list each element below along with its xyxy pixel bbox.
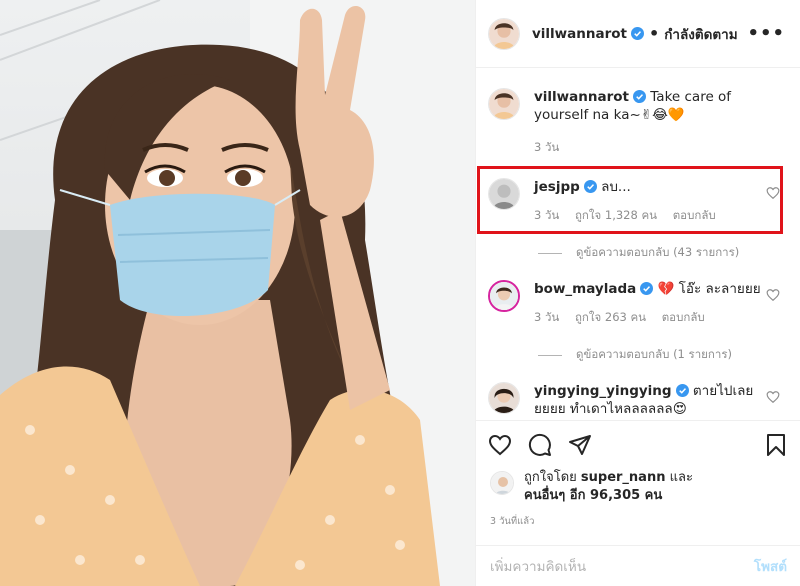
caption: villwannarot Take care of yourself na ka… [488, 88, 788, 156]
author-username[interactable]: villwannarot [532, 26, 627, 42]
view-replies-label[interactable]: ดูข้อความตอบกลับ (1 รายการ) [576, 346, 732, 364]
comment-text: 💔 โอ๊ะ ละลายยย [657, 281, 761, 297]
separator-dot: • [648, 24, 660, 43]
comment-icon[interactable] [528, 433, 552, 457]
add-comment-bar: เพิ่มความคิดเห็น โพสต์ [476, 545, 800, 586]
liker-avatar[interactable] [490, 471, 514, 495]
author-line: villwannarot • กำลังติดตาม [532, 23, 738, 45]
liked-by-and: และ [669, 470, 693, 485]
replies-divider [538, 354, 562, 356]
caption-meta: 3 วัน [534, 138, 774, 156]
comment-item: bow_maylada 💔 โอ๊ะ ละลายยย 3 วัน ถูกใจ 2… [488, 280, 788, 326]
comment-meta: 3 วัน ถูกใจ 263 คน ตอบกลับ [534, 308, 774, 326]
like-comment-icon[interactable] [766, 288, 780, 302]
like-icon[interactable] [488, 433, 512, 457]
caption-body: villwannarot Take care of yourself na ka… [534, 88, 774, 156]
likes-summary: ถูกใจโดย super_nann และ คนอื่นๆ อีก 96,3… [490, 469, 693, 505]
comment-likes[interactable]: ถูกใจ 263 คน [575, 310, 646, 324]
liked-by-prefix: ถูกใจโดย [524, 470, 577, 485]
likes-text: ถูกใจโดย super_nann และ คนอื่นๆ อีก 96,3… [524, 469, 693, 505]
liked-by-others[interactable]: คนอื่นๆ อีก 96,305 คน [524, 487, 693, 505]
post-comment-button[interactable]: โพสต์ [754, 555, 787, 577]
commenter-avatar[interactable] [488, 280, 520, 312]
comment-item: yingying_yingying ตายไปเลยยยยย ทำเดาไหลล… [488, 382, 788, 418]
verified-icon [630, 27, 644, 40]
more-options-icon[interactable]: ••• [747, 23, 785, 44]
post-panel: villwannarot • กำลังติดตาม ••• villwanna… [475, 0, 800, 586]
commenter-avatar[interactable] [488, 382, 520, 414]
view-replies-button[interactable]: ดูข้อความตอบกลับ (1 รายการ) [538, 346, 732, 364]
post-header: villwannarot • กำลังติดตาม ••• [476, 0, 800, 68]
selfie-image [0, 0, 475, 586]
view-replies-button[interactable]: ดูข้อความตอบกลับ (43 รายการ) [538, 244, 739, 262]
caption-time[interactable]: 3 วัน [534, 140, 559, 154]
author-avatar[interactable] [488, 17, 520, 50]
comment-username[interactable]: yingying_yingying [534, 383, 672, 399]
post-timestamp[interactable]: 3 วันที่แล้ว [490, 514, 534, 529]
liked-by-user[interactable]: super_nann [581, 470, 666, 485]
comment-body: bow_maylada 💔 โอ๊ะ ละลายยย 3 วัน ถูกใจ 2… [534, 280, 774, 326]
comment-body: yingying_yingying ตายไปเลยยยยย ทำเดาไหลล… [534, 382, 774, 418]
save-icon[interactable] [765, 433, 787, 457]
post-photo[interactable] [0, 0, 475, 586]
following-button[interactable]: กำลังติดตาม [664, 23, 737, 45]
replies-divider [538, 252, 562, 254]
verified-icon [640, 282, 654, 295]
comment-time[interactable]: 3 วัน [534, 310, 559, 324]
caption-avatar[interactable] [488, 88, 520, 120]
reply-button[interactable]: ตอบกลับ [662, 310, 705, 324]
comment-username[interactable]: bow_maylada [534, 281, 636, 297]
verified-icon [675, 384, 689, 397]
comments-list[interactable]: villwannarot Take care of yourself na ka… [476, 68, 800, 420]
view-replies-label[interactable]: ดูข้อความตอบกลับ (43 รายการ) [576, 244, 739, 262]
action-icons [488, 433, 608, 457]
share-icon[interactable] [568, 433, 592, 457]
caption-username[interactable]: villwannarot [534, 89, 629, 105]
add-comment-input[interactable]: เพิ่มความคิดเห็น [490, 555, 586, 577]
like-comment-icon[interactable] [766, 390, 780, 404]
verified-icon [632, 90, 646, 103]
highlight-box [477, 166, 783, 234]
post-actions: ถูกใจโดย super_nann และ คนอื่นๆ อีก 96,3… [476, 420, 800, 585]
